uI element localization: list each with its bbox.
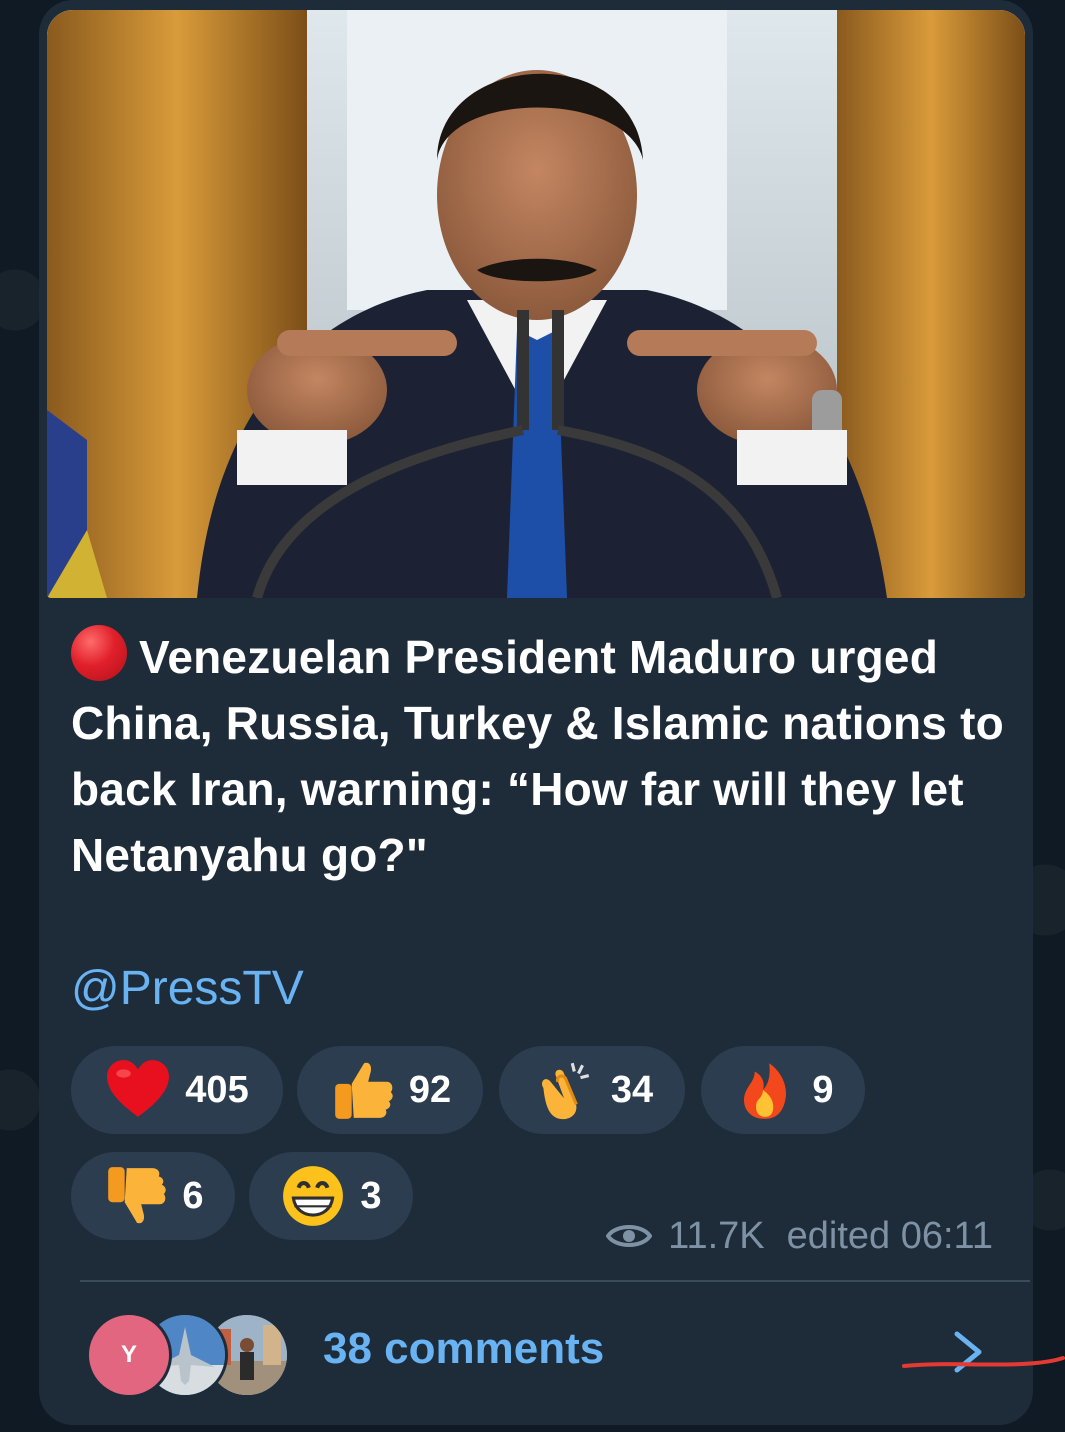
- reaction-heart[interactable]: 405: [71, 1046, 283, 1134]
- comments-count-label: 38 comments: [323, 1324, 605, 1373]
- reaction-grinning[interactable]: 3: [249, 1152, 413, 1240]
- red-underline-annotation: [902, 1354, 1065, 1374]
- reaction-thumbs-up[interactable]: 92: [297, 1046, 483, 1134]
- views-eye-icon: [606, 1220, 653, 1252]
- red-circle-icon: [71, 625, 127, 681]
- red-heart-icon: [105, 1057, 171, 1123]
- views-count: 11.7K: [668, 1214, 765, 1257]
- reaction-count: 3: [360, 1174, 382, 1217]
- press-tv-mention-link[interactable]: @PressTV: [71, 956, 304, 1022]
- clapping-hands-icon: [531, 1057, 597, 1123]
- reaction-fire[interactable]: 9: [701, 1046, 865, 1134]
- post-photo[interactable]: [47, 10, 1025, 598]
- reaction-count: 34: [610, 1068, 654, 1111]
- comments-button[interactable]: Y 38 comments: [39, 1300, 1033, 1410]
- reaction-count: 92: [408, 1068, 452, 1111]
- post-caption: Venezuelan President Maduro urged China,…: [71, 624, 1011, 888]
- channel-post[interactable]: Venezuelan President Maduro urged China,…: [39, 0, 1033, 1425]
- commenter-avatar: Y: [86, 1312, 172, 1398]
- reaction-clapping[interactable]: 34: [499, 1046, 685, 1134]
- comments-divider: [80, 1280, 1030, 1282]
- reaction-count: 9: [812, 1068, 834, 1111]
- reaction-count: 6: [182, 1174, 204, 1217]
- post-meta: 11.7K edited 06:11: [606, 1208, 993, 1264]
- grinning-face-icon: [280, 1163, 346, 1229]
- thumbs-up-icon: [329, 1057, 395, 1123]
- reaction-thumbs-down[interactable]: 6: [71, 1152, 235, 1240]
- caption-text: Venezuelan President Maduro urged China,…: [71, 631, 1004, 881]
- thumbs-down-icon: [102, 1163, 168, 1229]
- fire-icon: [732, 1057, 798, 1123]
- reaction-count: 405: [185, 1068, 249, 1111]
- edited-timestamp: edited 06:11: [786, 1214, 993, 1257]
